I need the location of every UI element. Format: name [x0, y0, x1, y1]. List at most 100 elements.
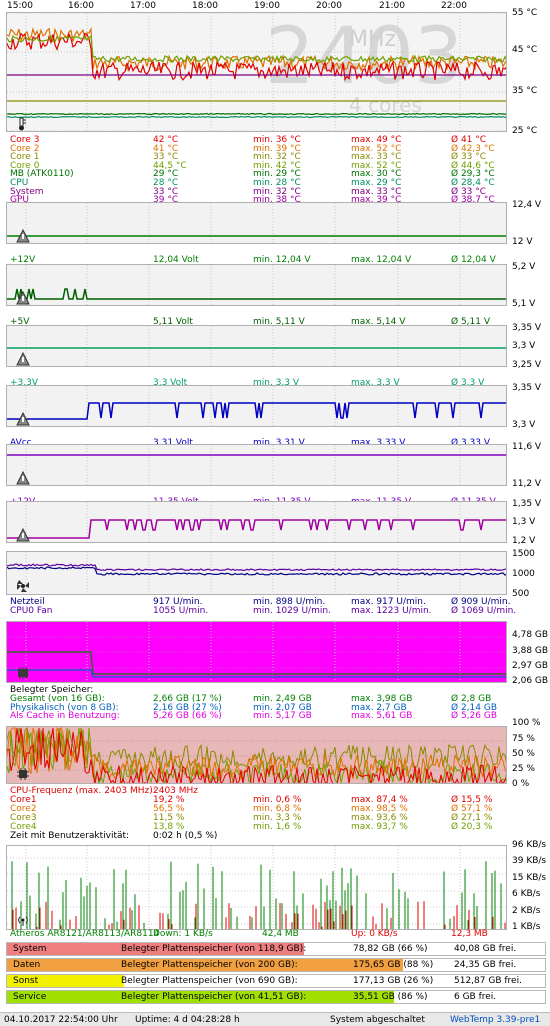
user-activity-value: 0:02 h (0,5 %): [153, 831, 218, 841]
disk-name: Service: [13, 992, 47, 1002]
warning-triangle-icon: [16, 412, 30, 426]
network-antenna-icon: [16, 913, 30, 927]
memory-graph: [6, 621, 507, 683]
voltage-line: [7, 386, 506, 426]
temperature-graph: 2403 MHz 4 cores: [6, 12, 507, 132]
disk-row[interactable]: Sonst Belegter Plattenspeicher (von 690 G…: [6, 974, 546, 988]
network-graph: [6, 845, 507, 930]
memory-legend-name: Als Cache in Benutzung:: [10, 711, 120, 722]
user-activity-label: Zeit mit Benutzeraktivität:: [10, 831, 130, 841]
disk-used: 177,13 GB (26 %): [353, 976, 434, 986]
net-axis-1: 39 KB/s: [512, 856, 547, 866]
temperature-series-line: [7, 112, 506, 116]
warning-triangle-icon: [16, 291, 30, 305]
voltage-axis-bottom: 3,25 V: [512, 360, 542, 370]
timeline-hour: 15:00: [7, 1, 33, 11]
disk-name: Daten: [13, 960, 41, 970]
mem-axis-1: 3,88 GB: [512, 646, 549, 656]
cpu-axis-0: 100 %: [512, 718, 541, 728]
voltage-axis-bottom: 11,2 V: [512, 479, 542, 489]
voltage-graph: [6, 501, 507, 543]
memory-legend-max: max. 5,61 GB: [351, 711, 413, 722]
disk-free: 24,35 GB frei.: [454, 960, 517, 970]
fan-axis-2: 500: [512, 589, 530, 599]
temp-axis-2: 35 °C: [512, 86, 538, 96]
timeline-hour: 21:00: [379, 1, 405, 11]
voltage-line: [7, 445, 506, 485]
disk-free: 512,87 GB frei.: [454, 976, 522, 986]
warning-triangle-icon: [16, 229, 30, 243]
status-datetime: 04.10.2017 22:54:00 Uhr: [4, 1015, 118, 1025]
warning-triangle-icon: [16, 352, 30, 366]
fan-graph: [6, 551, 507, 595]
cpu-axis-2: 50 %: [512, 749, 535, 759]
disk-name: Sonst: [13, 976, 39, 986]
temp-axis-3: 25 °C: [512, 126, 538, 136]
network-adapter: Atheros AR8121/AR8113/AR8114: [10, 929, 160, 939]
voltage-graph: [6, 325, 507, 367]
network-down: Down: 1 KB/s: [153, 929, 213, 939]
warning-triangle-icon: [16, 528, 30, 542]
fan-axis-0: 1500: [512, 549, 535, 559]
fan-legend-current: 1055 U/min.: [153, 606, 209, 616]
disk-row[interactable]: Service Belegter Plattenspeicher (von 41,…: [6, 990, 546, 1004]
memory-series-line: [7, 651, 506, 675]
cpu-legend-max: max. 93,7 %: [351, 822, 408, 832]
timeline-hour: 20:00: [316, 1, 342, 11]
temperature-series-line: [7, 26, 506, 72]
voltage-graph: [6, 444, 507, 486]
net-axis-3: 6 KB/s: [512, 889, 541, 899]
voltage-axis-top: 1,35 V: [512, 499, 542, 509]
disk-used: 175,65 GB (88 %): [353, 960, 434, 970]
voltage-axis-bottom: 3,3 V: [512, 420, 536, 430]
disk-row[interactable]: Daten Belegter Plattenspeicher (von 200 G…: [6, 958, 546, 972]
fan-lines: [7, 552, 506, 594]
fan-axis-1: 1000: [512, 569, 535, 579]
timeline-hour: 19:00: [254, 1, 280, 11]
mem-axis-0: 4,78 GB: [512, 630, 549, 640]
disk-free: 6 GB frei.: [454, 992, 497, 1002]
voltage-graph: [6, 264, 507, 306]
timeline-hour: 22:00: [441, 1, 467, 11]
timeline-hour: 18:00: [192, 1, 218, 11]
cpu-axis-1: 75 %: [512, 734, 535, 744]
network-up-total: 12,3 MB: [451, 929, 488, 939]
cpu-legend-avg: Ø 20,3 %: [451, 822, 493, 832]
voltage-graph: [6, 202, 507, 244]
network-up: Up: 0 KB/s: [351, 929, 398, 939]
voltage-axis-bottom: 1,2 V: [512, 536, 536, 546]
fan-series-line: [7, 566, 506, 576]
cpu-load-graph: [6, 726, 507, 784]
disk-description: Belegter Plattenspeicher (von 118,9 GB):: [121, 944, 307, 954]
voltage-axis-top: 5,2 V: [512, 262, 536, 272]
voltage-line: [7, 502, 506, 542]
voltage-axis-top: 3,35 V: [512, 323, 542, 333]
fan-legend-name: CPU0 Fan: [10, 606, 53, 616]
disk-row[interactable]: System Belegter Plattenspeicher (von 118,…: [6, 942, 546, 956]
memory-lines: [7, 622, 506, 682]
timeline-hour: 16:00: [68, 1, 94, 11]
status-app-version[interactable]: WebTemp 3.39-pre1: [450, 1015, 540, 1025]
thermometer-icon: [16, 117, 30, 131]
disk-description: Belegter Plattenspeicher (von 690 GB):: [121, 976, 298, 986]
fan-icon: [16, 579, 30, 593]
network-down-total: 42,4 MB: [262, 929, 299, 939]
fan-legend-min: min. 1029 U/min.: [253, 606, 331, 616]
voltage-axis-top: 11,6 V: [512, 442, 542, 452]
memory-legend-avg: Ø 5,26 GB: [451, 711, 497, 722]
temperature-series-line: [7, 115, 506, 119]
mem-axis-3: 2,06 GB: [512, 676, 549, 686]
voltage-axis-top: 3,35 V: [512, 383, 542, 393]
fan-legend-avg: Ø 1069 U/min.: [451, 606, 517, 616]
disk-name: System: [13, 944, 47, 954]
status-bar: 04.10.2017 22:54:00 Uhr Uptime: 4 d 04:2…: [0, 1012, 550, 1026]
status-system-state: System abgeschaltet: [330, 1015, 425, 1025]
memory-chip-icon: [16, 666, 30, 680]
temp-axis-0: 55 °C: [512, 8, 538, 18]
cpu-legend-min: min. 1,6 %: [253, 822, 302, 832]
voltage-line: [7, 326, 506, 366]
mem-axis-2: 2,97 GB: [512, 661, 549, 671]
disk-description: Belegter Plattenspeicher (von 200 GB):: [121, 960, 298, 970]
temperature-lines: [7, 13, 506, 131]
disk-used: 35,51 GB (86 %): [353, 992, 428, 1002]
